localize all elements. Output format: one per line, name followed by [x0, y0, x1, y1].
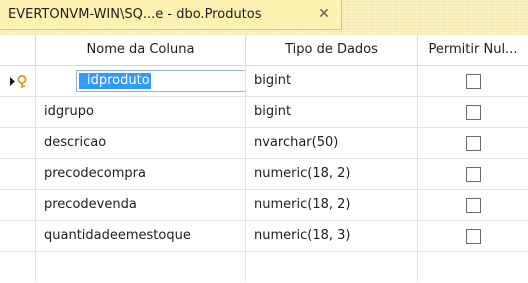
document-tab-title: EVERTONVM-WIN\SQ...e - dbo.Produtos	[8, 7, 262, 22]
row-selector-header[interactable]	[0, 35, 36, 65]
data-type-cell[interactable]: numeric(18, 2)	[246, 190, 418, 220]
table-row[interactable]: descricao nvarchar(50)	[0, 128, 528, 159]
table-row[interactable]: precodecompra numeric(18, 2)	[0, 159, 528, 190]
grid-header: Nome da Coluna Tipo de Dados Permitir Nu…	[0, 35, 528, 66]
allow-nulls-cell	[418, 221, 528, 251]
column-header-allow-nulls[interactable]: Permitir Nul...	[418, 35, 528, 65]
row-selector[interactable]	[0, 128, 36, 158]
allow-nulls-cell	[418, 97, 528, 127]
allow-nulls-checkbox[interactable]	[466, 105, 481, 120]
allow-nulls-checkbox[interactable]	[466, 136, 481, 151]
table-designer-grid: Nome da Coluna Tipo de Dados Permitir Nu…	[0, 35, 528, 282]
column-name-cell[interactable]: precodecompra	[36, 159, 246, 189]
column-name-cell[interactable]: idgrupo	[36, 97, 246, 127]
table-row-empty[interactable]	[0, 252, 528, 283]
table-row[interactable]: quantidadeemestoque numeric(18, 3)	[0, 221, 528, 252]
allow-nulls-cell	[418, 66, 528, 96]
row-selector[interactable]	[0, 190, 36, 220]
row-selector[interactable]	[0, 66, 36, 96]
allow-nulls-cell	[418, 190, 528, 220]
data-type-text: bigint	[254, 73, 292, 88]
column-name-cell[interactable]	[36, 252, 246, 282]
data-type-cell[interactable]: bigint	[246, 66, 418, 96]
allow-nulls-cell	[418, 128, 528, 158]
row-selector[interactable]	[0, 97, 36, 127]
data-type-cell[interactable]: bigint	[246, 97, 418, 127]
column-header-type[interactable]: Tipo de Dados	[246, 35, 418, 65]
data-type-cell[interactable]: nvarchar(50)	[246, 128, 418, 158]
document-tab[interactable]: EVERTONVM-WIN\SQ...e - dbo.Produtos ✕	[0, 0, 342, 30]
data-type-cell[interactable]	[246, 252, 418, 282]
column-name-text: quantidadeemestoque	[44, 228, 191, 243]
allow-nulls-checkbox[interactable]	[466, 167, 481, 182]
row-selector[interactable]	[0, 159, 36, 189]
column-name-cell[interactable]: precodevenda	[36, 190, 246, 220]
column-name-text: idgrupo	[44, 104, 94, 119]
row-selector[interactable]	[0, 221, 36, 251]
table-row[interactable]: precodevenda numeric(18, 2)	[0, 190, 528, 221]
data-type-text: numeric(18, 3)	[254, 228, 351, 243]
primary-key-icon	[10, 75, 27, 88]
data-type-text: numeric(18, 2)	[254, 166, 351, 181]
data-type-cell[interactable]: numeric(18, 3)	[246, 221, 418, 251]
allow-nulls-cell	[418, 159, 528, 189]
column-name-selected-text: idproduto	[79, 73, 151, 89]
column-name-cell[interactable]: quantidadeemestoque	[36, 221, 246, 251]
table-row[interactable]: idgrupo bigint	[0, 97, 528, 128]
column-name-cell[interactable]: idproduto	[36, 66, 246, 96]
table-row[interactable]: idproduto bigint	[0, 66, 528, 97]
column-name-text: precodevenda	[44, 197, 137, 212]
column-name-cell[interactable]: descricao	[36, 128, 246, 158]
row-selector[interactable]	[0, 252, 36, 282]
column-header-name[interactable]: Nome da Coluna	[36, 35, 246, 65]
allow-nulls-checkbox[interactable]	[466, 229, 481, 244]
close-icon[interactable]: ✕	[315, 5, 333, 23]
data-type-text: bigint	[254, 104, 292, 119]
data-type-cell[interactable]: numeric(18, 2)	[246, 159, 418, 189]
allow-nulls-checkbox[interactable]	[466, 198, 481, 213]
allow-nulls-cell	[418, 252, 528, 282]
column-name-text: precodecompra	[44, 166, 146, 181]
column-name-input[interactable]: idproduto	[76, 70, 245, 92]
column-name-text: descricao	[44, 135, 107, 150]
allow-nulls-checkbox[interactable]	[466, 74, 481, 89]
data-type-text: numeric(18, 2)	[254, 197, 351, 212]
data-type-text: nvarchar(50)	[254, 135, 339, 150]
